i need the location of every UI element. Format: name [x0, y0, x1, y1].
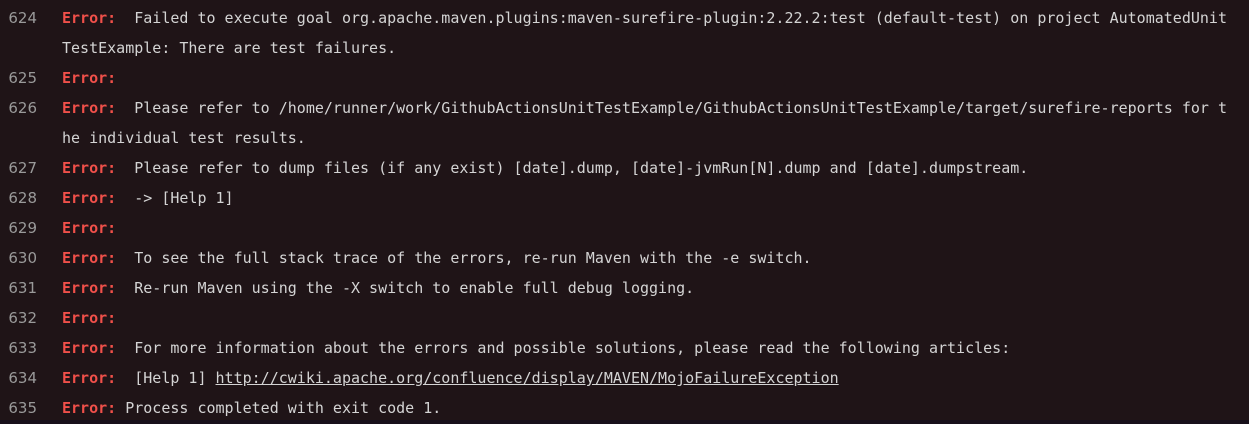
line-number[interactable]: 631	[0, 273, 62, 303]
log-line-626: 626 Error: Please refer to /home/runner/…	[0, 93, 1249, 153]
error-label: Error:	[62, 279, 117, 297]
label-separator	[116, 189, 134, 207]
error-label: Error:	[62, 399, 117, 417]
line-number[interactable]: 634	[0, 363, 62, 393]
line-content: Error: Re-run Maven using the -X switch …	[62, 273, 1249, 303]
log-bottom-border	[0, 420, 1249, 424]
line-text: To see the full stack trace of the error…	[134, 249, 812, 267]
line-text: Re-run Maven using the -X switch to enab…	[134, 279, 695, 297]
line-content: Error: -> [Help 1]	[62, 183, 1249, 213]
log-output: 624 Error: Failed to execute goal org.ap…	[0, 0, 1249, 424]
line-text: Failed to execute goal org.apache.maven.…	[62, 9, 1227, 57]
line-number[interactable]: 630	[0, 243, 62, 273]
line-content: Error: Process completed with exit code …	[62, 393, 1249, 423]
line-content: Error:	[62, 303, 1249, 333]
line-text: Please refer to /home/runner/work/Github…	[62, 99, 1227, 147]
line-number[interactable]: 633	[0, 333, 62, 363]
line-number[interactable]: 632	[0, 303, 62, 333]
line-number[interactable]: 629	[0, 213, 62, 243]
log-line-630: 630 Error: To see the full stack trace o…	[0, 243, 1249, 273]
line-text: Please refer to dump files (if any exist…	[134, 159, 1029, 177]
line-number[interactable]: 627	[0, 153, 62, 183]
error-label: Error:	[62, 249, 117, 267]
log-line-635: 635 Error: Process completed with exit c…	[0, 393, 1249, 423]
line-number[interactable]: 625	[0, 63, 62, 93]
line-number[interactable]: 628	[0, 183, 62, 213]
error-label: Error:	[62, 339, 117, 357]
log-line-625: 625 Error:	[0, 63, 1249, 93]
log-line-628: 628 Error: -> [Help 1]	[0, 183, 1249, 213]
line-content: Error: Please refer to /home/runner/work…	[62, 93, 1249, 153]
line-content: Error: Please refer to dump files (if an…	[62, 153, 1249, 183]
line-content: Error:	[62, 63, 1249, 93]
log-line-633: 633 Error: For more information about th…	[0, 333, 1249, 363]
line-number[interactable]: 635	[0, 393, 62, 423]
label-separator	[116, 9, 134, 27]
error-label: Error:	[62, 309, 117, 327]
log-line-624: 624 Error: Failed to execute goal org.ap…	[0, 3, 1249, 63]
error-label: Error:	[62, 369, 117, 387]
error-label: Error:	[62, 69, 117, 87]
line-number[interactable]: 624	[0, 3, 62, 33]
label-separator	[116, 369, 134, 387]
error-label: Error:	[62, 159, 117, 177]
log-lines: 624 Error: Failed to execute goal org.ap…	[0, 3, 1249, 423]
line-text: [Help 1]	[134, 369, 216, 387]
line-text: For more information about the errors an…	[134, 339, 1011, 357]
log-line-631: 631 Error: Re-run Maven using the -X swi…	[0, 273, 1249, 303]
line-text: Process completed with exit code 1.	[125, 399, 442, 417]
line-content: Error: [Help 1] http://cwiki.apache.org/…	[62, 363, 1249, 393]
log-line-632: 632 Error:	[0, 303, 1249, 333]
label-separator	[116, 99, 134, 117]
log-line-634: 634 Error: [Help 1] http://cwiki.apache.…	[0, 363, 1249, 393]
log-line-629: 629 Error:	[0, 213, 1249, 243]
help-link[interactable]: http://cwiki.apache.org/confluence/displ…	[216, 369, 839, 387]
line-content: Error: For more information about the er…	[62, 333, 1249, 363]
error-label: Error:	[62, 189, 117, 207]
line-content: Error: Failed to execute goal org.apache…	[62, 3, 1249, 63]
label-separator	[116, 159, 134, 177]
error-label: Error:	[62, 219, 117, 237]
label-separator	[116, 399, 125, 417]
label-separator	[116, 249, 134, 267]
label-separator	[116, 339, 134, 357]
label-separator	[116, 279, 134, 297]
error-label: Error:	[62, 99, 117, 117]
line-text: -> [Help 1]	[134, 189, 234, 207]
line-content: Error:	[62, 213, 1249, 243]
line-number[interactable]: 626	[0, 93, 62, 123]
error-label: Error:	[62, 9, 117, 27]
log-line-627: 627 Error: Please refer to dump files (i…	[0, 153, 1249, 183]
line-content: Error: To see the full stack trace of th…	[62, 243, 1249, 273]
